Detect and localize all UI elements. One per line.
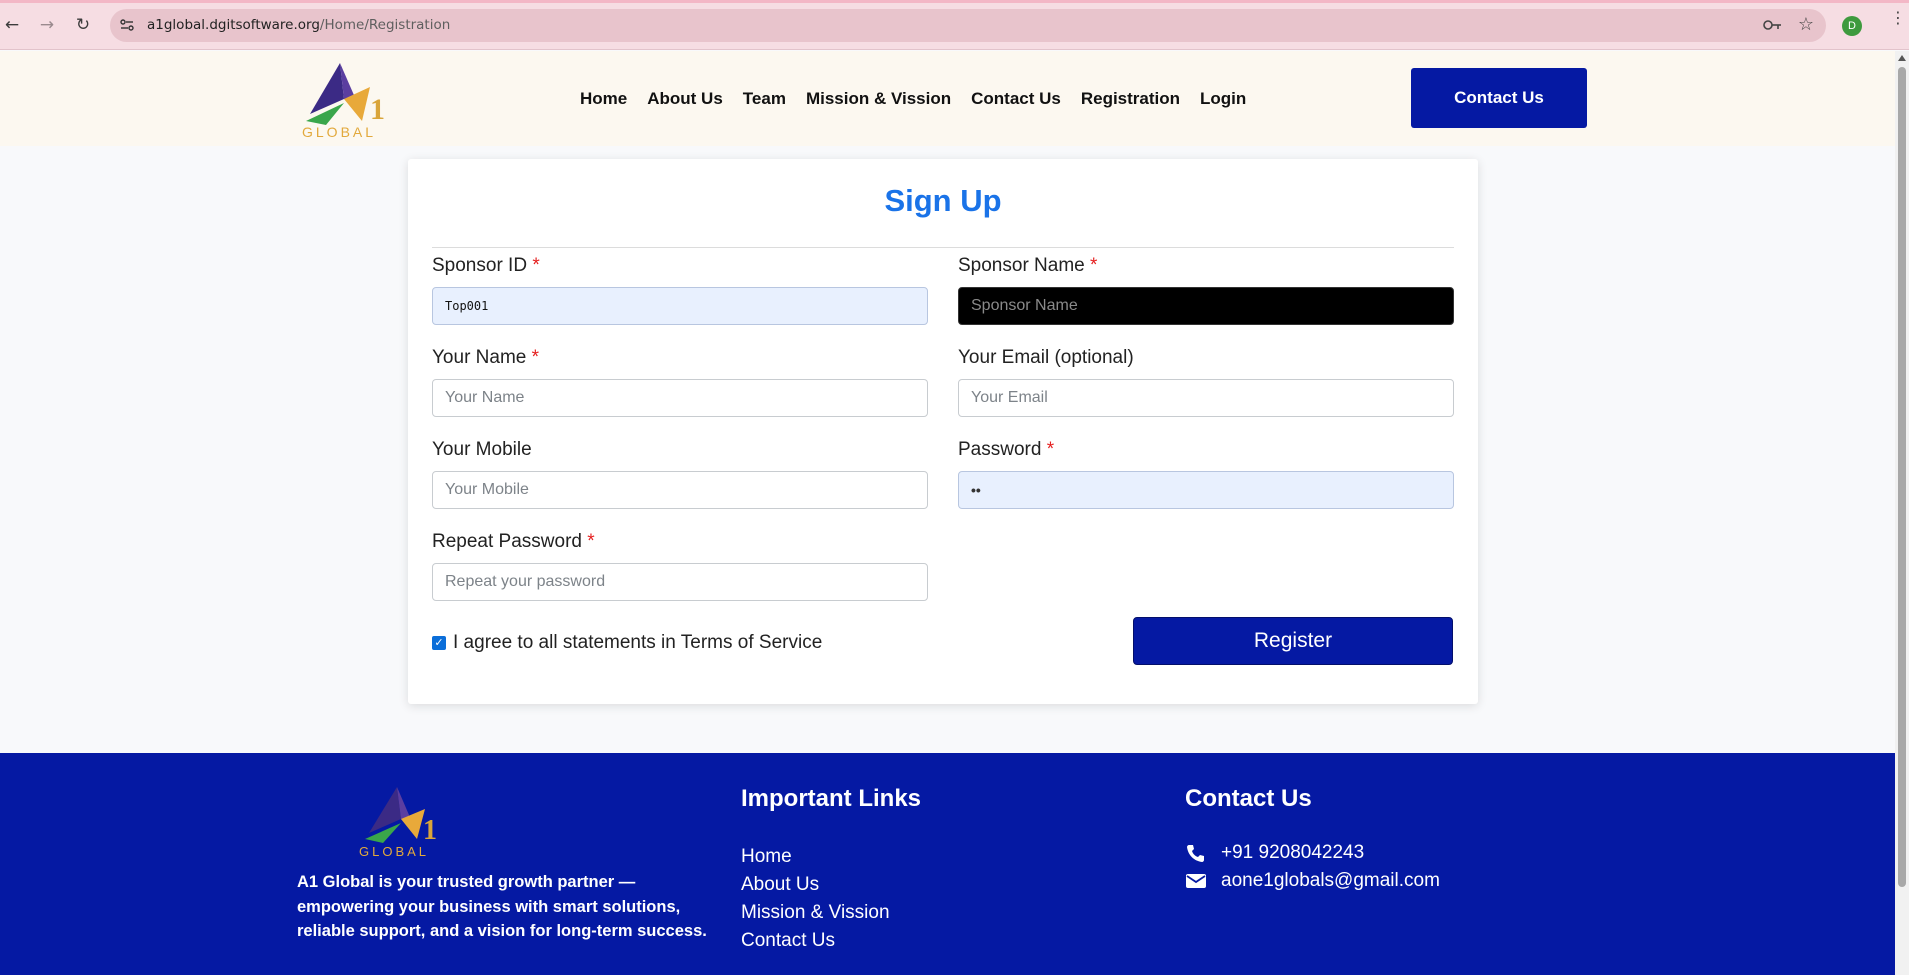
forward-icon[interactable]: → [36,14,58,36]
footer-email[interactable]: aone1globals@gmail.com [1185,870,1440,892]
browser-menu-icon[interactable]: ⋮ [1890,10,1906,26]
password-label: Password * [958,439,1055,460]
header-contact-button[interactable]: Contact Us [1411,68,1587,128]
bookmark-star-icon[interactable]: ☆ [1798,14,1814,35]
sponsor-name-label: Sponsor Name * [958,255,1098,276]
svg-text:1: 1 [370,93,385,126]
footer-link-contact-us[interactable]: Contact Us [741,927,890,955]
footer-link-home[interactable]: Home [741,843,890,871]
your-name-label: Your Name * [432,347,540,368]
main-nav: Home About Us Team Mission & Vission Con… [580,89,1266,109]
page-scrollbar[interactable] [1895,51,1909,975]
nav-contact-us[interactable]: Contact Us [971,89,1061,109]
repeat-password-input[interactable] [432,563,928,601]
scroll-up-icon[interactable] [1898,55,1906,61]
nav-registration[interactable]: Registration [1081,89,1180,109]
nav-team[interactable]: Team [743,89,786,109]
footer-phone[interactable]: +91 9208042243 [1185,842,1364,864]
your-mobile-input[interactable] [432,471,928,509]
your-email-input[interactable] [958,379,1454,417]
repeat-password-label: Repeat Password * [432,531,595,552]
footer-contact-heading: Contact Us [1185,785,1312,812]
password-input[interactable] [958,471,1454,509]
browser-toolbar: ← → ↻ a1global.dgitsoftware.org/Home/Reg… [0,0,1909,50]
title-divider [432,247,1454,248]
address-bar[interactable]: a1global.dgitsoftware.org/Home/Registrat… [110,9,1826,42]
scrollbar-thumb[interactable] [1898,67,1906,887]
reload-icon[interactable]: ↻ [72,14,94,36]
svg-text:GLOBAL: GLOBAL [359,844,429,858]
a1-global-logo[interactable]: 1 GLOBAL [300,59,385,139]
nav-home[interactable]: Home [580,89,627,109]
terms-label[interactable]: I agree to all statements in Terms of Se… [453,632,822,654]
svg-text:GLOBAL: GLOBAL [302,124,376,139]
site-header: 1 GLOBAL Home About Us Team Mission & Vi… [0,51,1895,146]
nav-about-us[interactable]: About Us [647,89,723,109]
footer-link-about-us[interactable]: About Us [741,871,890,899]
your-email-label: Your Email (optional) [958,347,1134,368]
svg-text:1: 1 [423,815,437,846]
signup-card: Sign Up Sponsor ID * Sponsor Name * Your… [408,159,1478,704]
back-icon[interactable]: ← [1,14,23,36]
footer-phone-text[interactable]: +91 9208042243 [1221,842,1364,864]
footer-link-mission-vission[interactable]: Mission & Vission [741,899,890,927]
nav-mission-vission[interactable]: Mission & Vission [806,89,951,109]
footer-a1-global-logo: 1 GLOBAL [359,787,437,858]
password-key-icon[interactable] [1762,17,1782,33]
url-text: a1global.dgitsoftware.org/Home/Registrat… [147,17,451,33]
profile-avatar[interactable]: D [1842,16,1862,36]
important-links-heading: Important Links [741,785,922,812]
site-settings-icon[interactable] [119,17,135,33]
sponsor-id-label: Sponsor ID * [432,255,540,276]
phone-icon [1187,845,1204,862]
terms-checkbox[interactable]: ✓ [432,636,446,650]
footer-links: Home About Us Mission & Vission Contact … [741,843,890,955]
signup-title: Sign Up [884,183,1002,218]
your-mobile-label: Your Mobile [432,439,532,460]
your-name-input[interactable] [432,379,928,417]
sponsor-id-input[interactable] [432,287,928,325]
footer-about-text: A1 Global is your trusted growth partner… [297,873,707,940]
footer-email-text[interactable]: aone1globals@gmail.com [1221,870,1440,892]
register-button[interactable]: Register [1133,617,1453,665]
nav-login[interactable]: Login [1200,89,1246,109]
site-footer: 1 GLOBAL A1 Global is your trusted growt… [0,753,1895,975]
sponsor-name-input[interactable] [958,287,1454,325]
tab-strip-edge [0,0,1909,3]
envelope-icon [1186,874,1206,888]
terms-agreement: ✓ I agree to all statements in Terms of … [432,632,822,654]
